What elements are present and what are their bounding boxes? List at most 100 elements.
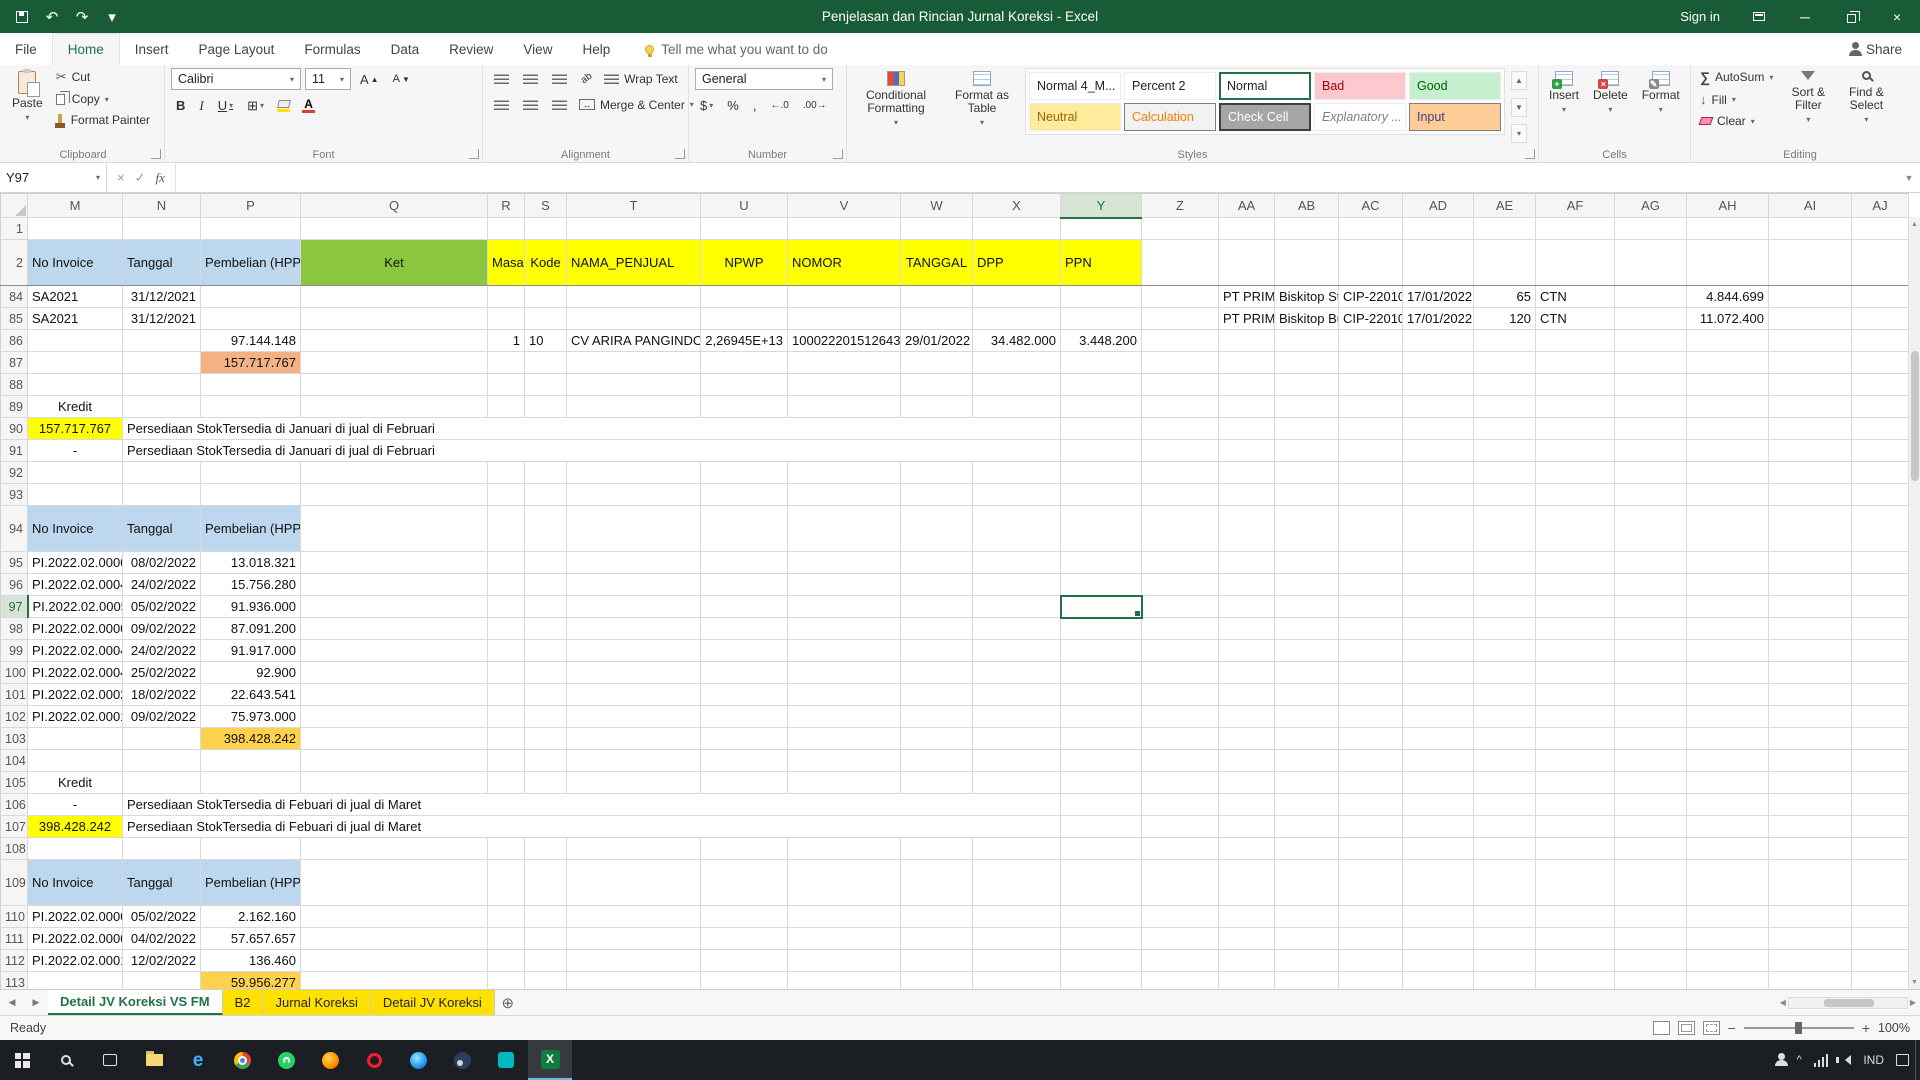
cell-T109[interactable] [567, 860, 701, 906]
cell-AF103[interactable] [1536, 728, 1615, 750]
cell-AC106[interactable] [1339, 794, 1403, 816]
normal-view-button[interactable] [1653, 1021, 1670, 1035]
cell-Z96[interactable] [1142, 574, 1219, 596]
cell-Q99[interactable] [301, 640, 488, 662]
cell-AH96[interactable] [1687, 574, 1769, 596]
cell-Y2[interactable]: PPN [1061, 240, 1142, 286]
cell-AD103[interactable] [1403, 728, 1474, 750]
cell-AA97[interactable] [1219, 596, 1275, 618]
find-select-button[interactable]: Find & Select▾ [1840, 68, 1892, 146]
cell-AH88[interactable] [1687, 374, 1769, 396]
cell-AG105[interactable] [1615, 772, 1687, 794]
cell-AA106[interactable] [1219, 794, 1275, 816]
cell-S100[interactable] [525, 662, 567, 684]
cell-AD87[interactable] [1403, 352, 1474, 374]
cell-AJ103[interactable] [1852, 728, 1909, 750]
cell-AB97[interactable] [1275, 596, 1339, 618]
cell-V113[interactable] [788, 972, 901, 990]
cell-Y108[interactable] [1061, 838, 1142, 860]
cell-AC110[interactable] [1339, 906, 1403, 928]
align-right-button[interactable] [547, 94, 572, 115]
cell-AH87[interactable] [1687, 352, 1769, 374]
cell-Q2[interactable]: Ket [301, 240, 488, 286]
cell-V95[interactable] [788, 552, 901, 574]
cell-AI2[interactable] [1769, 240, 1852, 286]
style-chip-bad[interactable]: Bad [1314, 72, 1406, 100]
cell-M94[interactable]: No Invoice [28, 506, 123, 552]
cell-AB84[interactable]: Biskitop Sti [1275, 286, 1339, 308]
cell-X96[interactable] [973, 574, 1061, 596]
cell-P85[interactable] [201, 308, 301, 330]
cell-AG86[interactable] [1615, 330, 1687, 352]
scroll-left-arrow[interactable]: ◀ [1780, 998, 1786, 1007]
cell-AF89[interactable] [1536, 396, 1615, 418]
cell-T101[interactable] [567, 684, 701, 706]
cell-AD100[interactable] [1403, 662, 1474, 684]
cell-V102[interactable] [788, 706, 901, 728]
row-header-99[interactable]: 99 [1, 640, 28, 662]
cell-S87[interactable] [525, 352, 567, 374]
cell-AG97[interactable] [1615, 596, 1687, 618]
cell-AA105[interactable] [1219, 772, 1275, 794]
column-header-AG[interactable]: AG [1615, 194, 1687, 218]
cell-AF109[interactable] [1536, 860, 1615, 906]
cell-AE97[interactable] [1474, 596, 1536, 618]
save-button[interactable] [12, 5, 32, 29]
cell-AE104[interactable] [1474, 750, 1536, 772]
cell-Y90[interactable] [1061, 418, 1142, 440]
cell-AF93[interactable] [1536, 484, 1615, 506]
cell-V84[interactable] [788, 286, 901, 308]
cell-W112[interactable] [901, 950, 973, 972]
font-size-select[interactable]: 11▾ [305, 68, 351, 90]
cell-N2[interactable]: Tanggal [123, 240, 201, 286]
tab-page-layout[interactable]: Page Layout [184, 33, 290, 65]
fill-color-button[interactable] [273, 95, 294, 116]
cell-AJ93[interactable] [1852, 484, 1909, 506]
cell-R101[interactable] [488, 684, 525, 706]
cell-T97[interactable] [567, 596, 701, 618]
cell-S97[interactable] [525, 596, 567, 618]
cell-AG93[interactable] [1615, 484, 1687, 506]
cell-AI98[interactable] [1769, 618, 1852, 640]
zoom-slider[interactable] [1744, 1027, 1854, 1029]
cell-N88[interactable] [123, 374, 201, 396]
cell-AH103[interactable] [1687, 728, 1769, 750]
cell-AB106[interactable] [1275, 794, 1339, 816]
cell-AA86[interactable] [1219, 330, 1275, 352]
cell-AJ87[interactable] [1852, 352, 1909, 374]
cell-AB90[interactable] [1275, 418, 1339, 440]
comma-style-button[interactable]: , [748, 95, 762, 116]
row-header-102[interactable]: 102 [1, 706, 28, 728]
cell-AB1[interactable] [1275, 218, 1339, 240]
cell-AD92[interactable] [1403, 462, 1474, 484]
cell-AE84[interactable]: 65 [1474, 286, 1536, 308]
whatsapp-button[interactable] [264, 1040, 308, 1080]
cell-AF98[interactable] [1536, 618, 1615, 640]
cell-W111[interactable] [901, 928, 973, 950]
cell-X104[interactable] [973, 750, 1061, 772]
search-button[interactable] [44, 1040, 88, 1080]
cell-AG95[interactable] [1615, 552, 1687, 574]
gallery-more-button[interactable]: ▾ [1511, 124, 1527, 143]
cell-AH106[interactable] [1687, 794, 1769, 816]
cell-AH93[interactable] [1687, 484, 1769, 506]
cell-AI111[interactable] [1769, 928, 1852, 950]
cell-Q94[interactable] [301, 506, 488, 552]
cell-U101[interactable] [701, 684, 788, 706]
cell-V101[interactable] [788, 684, 901, 706]
cell-AC2[interactable] [1339, 240, 1403, 286]
cell-Z111[interactable] [1142, 928, 1219, 950]
cell-S96[interactable] [525, 574, 567, 596]
cell-X88[interactable] [973, 374, 1061, 396]
cell-Y87[interactable] [1061, 352, 1142, 374]
cell-AG101[interactable] [1615, 684, 1687, 706]
cell-Q109[interactable] [301, 860, 488, 906]
cell-AA95[interactable] [1219, 552, 1275, 574]
sheet-nav-left[interactable]: ◀ [0, 990, 24, 1015]
cell-V100[interactable] [788, 662, 901, 684]
cell-AF110[interactable] [1536, 906, 1615, 928]
decrease-decimal-button[interactable]: .00→ [798, 95, 832, 116]
cell-M96[interactable]: PI.2022.02.00043 [28, 574, 123, 596]
cell-S108[interactable] [525, 838, 567, 860]
cell-AC102[interactable] [1339, 706, 1403, 728]
